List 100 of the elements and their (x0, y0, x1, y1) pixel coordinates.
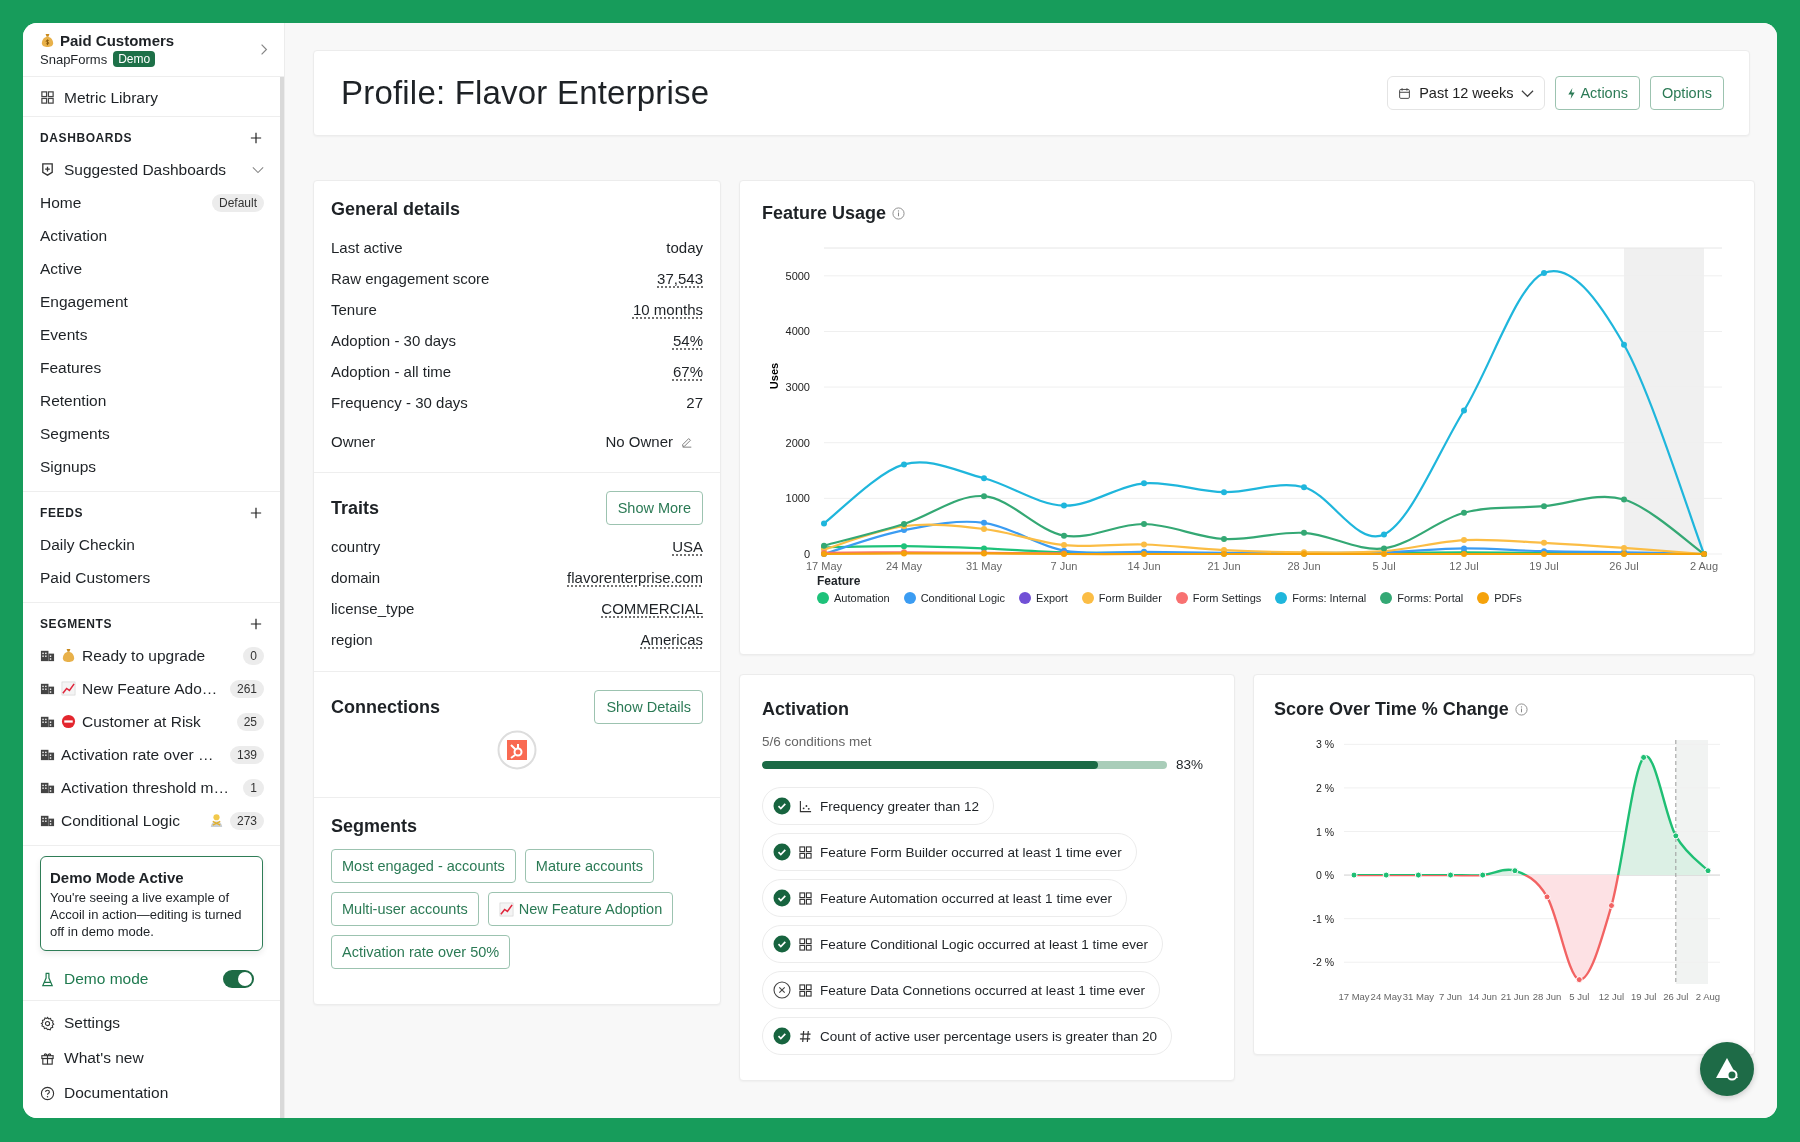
segment-chip[interactable]: Mature accounts (524, 849, 655, 883)
x-tick-label: 14 Jun (1127, 560, 1161, 572)
calendar-icon (1398, 86, 1412, 100)
grid-icon (799, 845, 812, 859)
y-tick-label: 1000 (785, 492, 810, 505)
point (901, 461, 907, 468)
detail-label: Raw engagement score (331, 270, 490, 287)
suggested-dashboards-item[interactable]: Suggested Dashboards (23, 153, 280, 186)
actions-button[interactable]: Actions (1555, 76, 1640, 110)
show-more-button[interactable]: Show More (605, 491, 703, 525)
segment-chip[interactable]: Multi-user accounts (331, 892, 479, 926)
segment-link[interactable]: Activation threshold m… (61, 778, 238, 797)
footer-link[interactable]: Settings (23, 1005, 280, 1041)
feed-item[interactable]: Daily Checkin (23, 528, 280, 561)
options-button[interactable]: Options (1650, 76, 1724, 110)
point (1447, 871, 1455, 879)
dashboard-item[interactable]: Features (23, 351, 280, 384)
segment-chip[interactable]: New Feature Adoption (487, 892, 674, 926)
trait-value: USA (672, 538, 703, 555)
dashboard-item[interactable]: Signups (23, 450, 280, 483)
segment-link[interactable]: Conditional Logic (61, 811, 203, 830)
x-tick-label: 21 Jun (1500, 991, 1530, 1002)
dashboard-item[interactable]: Active (23, 252, 280, 285)
show-details-button[interactable]: Show Details (594, 690, 703, 724)
workspace-switcher[interactable]: Paid Customers SnapForms Demo (23, 23, 284, 77)
grid-icon (799, 937, 812, 951)
y-tick-label: 4000 (785, 325, 810, 338)
section-title: Segments (331, 816, 419, 837)
building-icon (40, 714, 55, 729)
dashboard-item[interactable]: Home Default (23, 186, 280, 219)
point (1221, 535, 1227, 542)
legend-label: Forms: Portal (1397, 592, 1464, 604)
point (1141, 480, 1147, 487)
footer-link[interactable]: What's new (23, 1040, 280, 1076)
x-tick-label: 17 May (805, 560, 843, 572)
trait-value: Americas (640, 631, 703, 648)
edit-icon[interactable] (681, 435, 693, 448)
dashboard-item[interactable]: Segments (23, 417, 280, 450)
point (1541, 270, 1547, 277)
building-icon (40, 681, 55, 696)
y-tick-label: 2 % (1315, 781, 1334, 794)
dashboard-item[interactable]: Events (23, 318, 280, 351)
point (1461, 407, 1467, 414)
point (1350, 871, 1358, 879)
segment-chip[interactable]: Activation rate over 50% (331, 935, 511, 969)
date-range-dropdown[interactable]: Past 12 weeks (1387, 76, 1546, 110)
add-icon[interactable] (250, 132, 262, 144)
dashboard-item[interactable]: Engagement (23, 285, 280, 318)
workspace-name: Paid Customers (60, 32, 175, 49)
dashboard-item[interactable]: Retention (23, 384, 280, 417)
section-heading: SEGMENTS (40, 617, 113, 631)
x-tick-label: 2 Aug (1689, 560, 1719, 572)
detail-label: Tenure (331, 301, 377, 318)
point (1301, 529, 1307, 536)
demo-mode-toggle[interactable] (223, 970, 254, 989)
detail-label: Adoption - 30 days (331, 332, 457, 349)
page-title: Profile: Flavor Enterprise (341, 74, 710, 112)
trait-value: flavorenterprise.com (567, 569, 703, 586)
segment-link[interactable]: Customer at Risk (82, 712, 231, 731)
point (1672, 832, 1680, 840)
progress-percent: 83% (1176, 757, 1204, 772)
dashboard-item[interactable]: Activation (23, 219, 280, 252)
owner-value: No Owner (605, 433, 673, 450)
point (1221, 489, 1227, 496)
segment-link[interactable]: New Feature Ado… (82, 679, 224, 698)
condition-text: Feature Conditional Logic occurred at least 1 time ever (820, 936, 1148, 952)
point (981, 525, 987, 532)
metric-library-link[interactable]: Metric Library (23, 77, 280, 117)
hash-icon (799, 1029, 812, 1043)
add-icon[interactable] (250, 507, 262, 519)
detail-label: Adoption - all time (331, 363, 452, 380)
x-tick-label: 19 Jul (1630, 991, 1657, 1002)
launcher-button[interactable] (1700, 1042, 1754, 1096)
condition-text: Feature Automation occurred at least 1 time ever (820, 890, 1112, 906)
segment-link[interactable]: Ready to upgrade (82, 646, 238, 665)
x-tick-label: 31 May (965, 560, 1003, 572)
point (981, 475, 987, 482)
chart-title: Score Over Time % Change (1274, 699, 1509, 720)
x-tick-label: 21 Jun (1207, 560, 1241, 572)
section-title: Traits (331, 497, 380, 519)
y-tick-label: 3000 (785, 381, 810, 394)
point (981, 519, 987, 526)
point (1511, 867, 1519, 875)
scatter-chart-icon (799, 799, 812, 813)
add-icon[interactable] (250, 618, 262, 630)
x-tick-label: 31 May (1402, 991, 1434, 1002)
point (1414, 871, 1422, 879)
footer-link[interactable]: Documentation (23, 1075, 280, 1111)
x-tick-label: 19 Jul (1529, 560, 1559, 572)
shield-plus-icon (40, 162, 55, 177)
integration-icon[interactable] (497, 730, 537, 770)
point (1704, 867, 1712, 875)
trait-label: region (331, 631, 373, 648)
point (1541, 539, 1547, 546)
point (1621, 544, 1627, 551)
segment-chip[interactable]: Most engaged - accounts (331, 849, 516, 883)
money-bag-icon (61, 648, 76, 663)
condition-text: Count of active user percentage users is greater than 20 (820, 1028, 1157, 1044)
segment-link[interactable]: Activation rate over … (61, 745, 224, 764)
feed-item[interactable]: Paid Customers (23, 561, 280, 594)
